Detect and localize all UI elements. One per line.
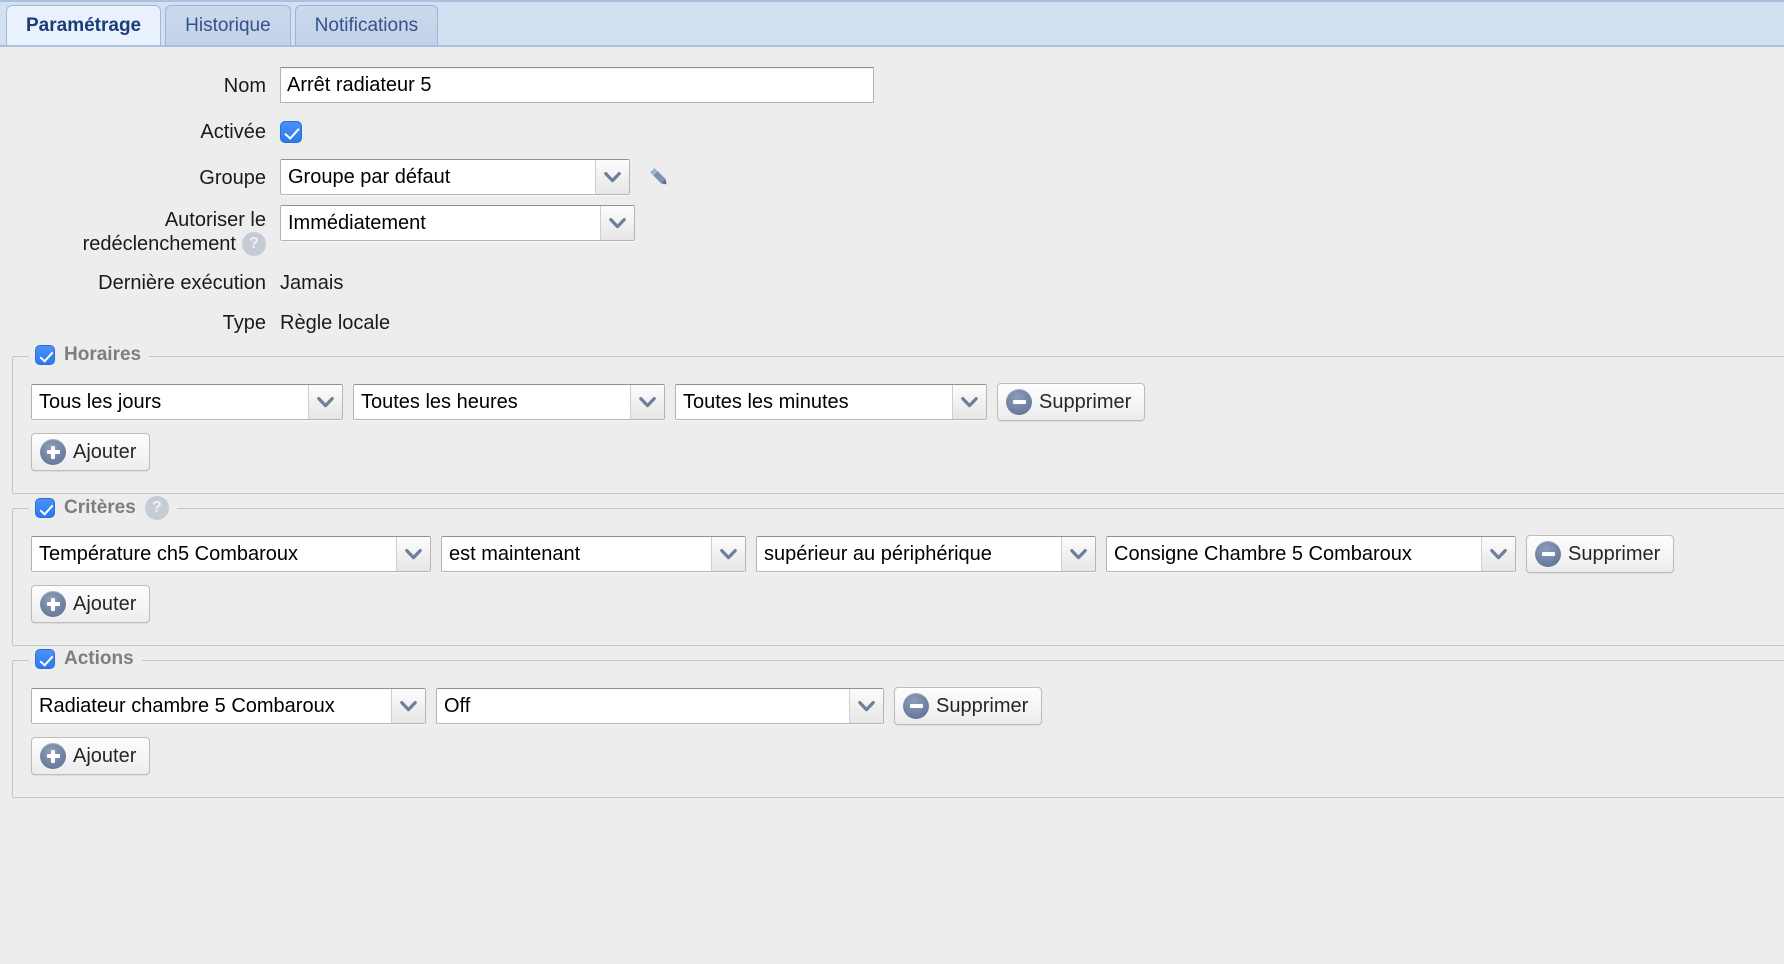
help-icon-redeclenchement[interactable]: ?	[242, 232, 266, 256]
criteres-source-value: Température ch5 Combaroux	[39, 542, 299, 565]
actions-enable-checkbox[interactable]	[35, 649, 55, 669]
criteres-add-button[interactable]: Ajouter	[31, 585, 151, 623]
chevron-down-icon[interactable]	[711, 537, 745, 571]
tab-bar: Paramétrage Historique Notifications	[0, 0, 1784, 47]
minus-circle-icon	[1535, 541, 1561, 567]
label-redeclenchement-line2: redéclenchement	[82, 232, 236, 255]
chevron-down-icon[interactable]	[1481, 537, 1515, 571]
actions-add-label: Ajouter	[73, 744, 137, 767]
horaires-minutes-select[interactable]: Toutes les minutes	[675, 384, 987, 420]
plus-circle-icon	[40, 743, 66, 769]
label-redeclenchement-line1: Autoriser le	[164, 209, 266, 231]
legend-actions: Actions	[29, 648, 142, 670]
chevron-down-icon[interactable]	[1061, 537, 1095, 571]
retrigger-select[interactable]: Immédiatement	[280, 205, 635, 241]
chevron-down-icon[interactable]	[396, 537, 430, 571]
criteres-target-value: Consigne Chambre 5 Combaroux	[1114, 542, 1412, 565]
horaires-hours-select[interactable]: Toutes les heures	[353, 384, 665, 420]
horaires-enable-checkbox[interactable]	[35, 345, 55, 365]
label-groupe: Groupe	[199, 167, 266, 189]
criteres-delete-label: Supprimer	[1568, 542, 1661, 565]
tab-historique[interactable]: Historique	[165, 5, 291, 45]
field-row-activee: Activée	[0, 113, 1784, 151]
field-row-type: Type Règle locale	[0, 304, 1784, 342]
chevron-down-icon[interactable]	[849, 689, 883, 723]
actions-row: Radiateur chambre 5 Combaroux Off Suppri…	[31, 687, 1784, 725]
label-redeclenchement: Autoriser le redéclenchement ?	[0, 205, 280, 256]
horaires-minutes-value: Toutes les minutes	[683, 390, 849, 413]
criteres-target-select[interactable]: Consigne Chambre 5 Combaroux	[1106, 536, 1516, 572]
plus-circle-icon	[40, 591, 66, 617]
legend-horaires-label: Horaires	[64, 344, 142, 365]
label-derniere-execution: Dernière exécution	[98, 272, 266, 294]
section-criteres: Critères ? Température ch5 Combaroux est…	[12, 496, 1784, 646]
criteres-delete-button[interactable]: Supprimer	[1526, 535, 1675, 573]
section-actions: Actions Radiateur chambre 5 Combaroux Of…	[12, 648, 1784, 798]
criteres-row: Température ch5 Combaroux est maintenant…	[31, 535, 1784, 573]
actions-device-value: Radiateur chambre 5 Combaroux	[39, 694, 335, 717]
criteres-enable-checkbox[interactable]	[35, 498, 55, 518]
actions-delete-label: Supprimer	[936, 694, 1029, 717]
criteres-state-select[interactable]: est maintenant	[441, 536, 746, 572]
criteres-add-label: Ajouter	[73, 592, 137, 615]
rule-properties-form: Nom Activée Groupe Groupe par défaut	[0, 47, 1784, 342]
criteres-comparator-value: supérieur au périphérique	[764, 542, 992, 565]
horaires-delete-button[interactable]: Supprimer	[997, 383, 1146, 421]
horaires-add-label: Ajouter	[73, 440, 137, 463]
horaires-hours-value: Toutes les heures	[361, 390, 518, 413]
pencil-icon[interactable]	[642, 160, 676, 194]
actions-device-select[interactable]: Radiateur chambre 5 Combaroux	[31, 688, 426, 724]
retrigger-select-value: Immédiatement	[288, 211, 426, 234]
horaires-row: Tous les jours Toutes les heures Toutes …	[31, 383, 1784, 421]
chevron-down-icon[interactable]	[630, 385, 664, 419]
chevron-down-icon[interactable]	[595, 160, 629, 194]
tab-historique-label: Historique	[185, 14, 271, 36]
horaires-days-value: Tous les jours	[39, 390, 162, 413]
chevron-down-icon[interactable]	[600, 206, 634, 240]
horaires-delete-label: Supprimer	[1039, 390, 1132, 413]
field-row-redeclenchement: Autoriser le redéclenchement ? Immédiate…	[0, 205, 1784, 256]
minus-circle-icon	[903, 693, 929, 719]
criteres-source-select[interactable]: Température ch5 Combaroux	[31, 536, 431, 572]
label-nom: Nom	[223, 75, 266, 97]
horaires-add-button[interactable]: Ajouter	[31, 433, 151, 471]
chevron-down-icon[interactable]	[391, 689, 425, 723]
label-type: Type	[222, 312, 266, 334]
tab-notifications-label: Notifications	[314, 14, 419, 36]
criteres-state-value: est maintenant	[449, 542, 581, 565]
plus-circle-icon	[40, 439, 66, 465]
tab-parametrage[interactable]: Paramétrage	[6, 5, 162, 45]
chevron-down-icon[interactable]	[308, 385, 342, 419]
group-select[interactable]: Groupe par défaut	[280, 159, 630, 195]
enabled-checkbox[interactable]	[280, 121, 302, 143]
legend-criteres: Critères ?	[29, 496, 177, 520]
tab-parametrage-label: Paramétrage	[26, 14, 142, 36]
minus-circle-icon	[1006, 389, 1032, 415]
horaires-days-select[interactable]: Tous les jours	[31, 384, 343, 420]
field-row-derniere-execution: Dernière exécution Jamais	[0, 264, 1784, 302]
actions-add-button[interactable]: Ajouter	[31, 737, 151, 775]
label-activee: Activée	[200, 121, 266, 143]
group-select-value: Groupe par défaut	[288, 165, 451, 188]
section-horaires: Horaires Tous les jours Toutes les heure…	[12, 344, 1784, 494]
actions-command-value: Off	[444, 694, 471, 717]
legend-actions-label: Actions	[64, 648, 134, 669]
tab-notifications[interactable]: Notifications	[294, 5, 439, 45]
legend-horaires: Horaires	[29, 344, 150, 366]
field-row-groupe: Groupe Groupe par défaut	[0, 159, 1784, 197]
derniere-execution-value: Jamais	[280, 272, 344, 294]
criteres-comparator-select[interactable]: supérieur au périphérique	[756, 536, 1096, 572]
actions-delete-button[interactable]: Supprimer	[894, 687, 1043, 725]
chevron-down-icon[interactable]	[952, 385, 986, 419]
actions-command-select[interactable]: Off	[436, 688, 884, 724]
name-input[interactable]	[280, 67, 874, 103]
field-row-nom: Nom	[0, 67, 1784, 105]
legend-criteres-label: Critères	[64, 497, 136, 518]
help-icon-criteres[interactable]: ?	[144, 496, 169, 520]
settings-panel: Nom Activée Groupe Groupe par défaut	[0, 47, 1784, 962]
type-value: Règle locale	[280, 312, 391, 334]
